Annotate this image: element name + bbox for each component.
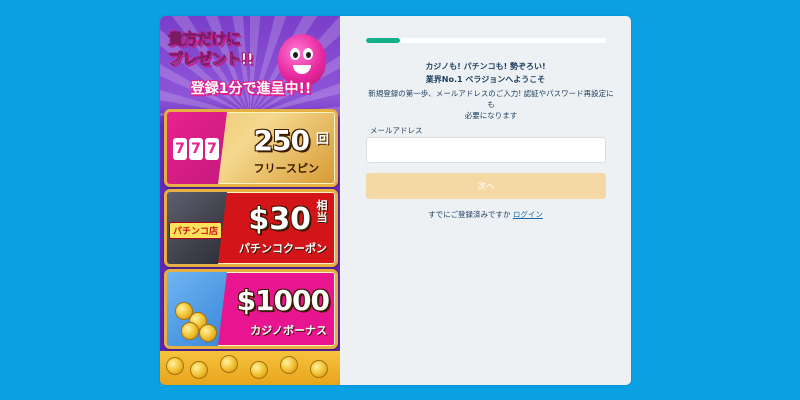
email-field[interactable] <box>366 137 606 163</box>
info-line-2: 必要になります <box>464 111 518 120</box>
banner-headline-1: 貴方だけに <box>168 30 242 49</box>
coin-icon <box>199 324 217 342</box>
signup-modal: 貴方だけに プレゼント!! 登録1分で進呈中!! 7 7 7 250 回 フリー… <box>160 16 631 385</box>
mascot-left-eye <box>290 48 300 60</box>
next-button[interactable]: 次へ <box>366 173 606 199</box>
welcome-line-2: 業界No.1 ベラジョンへようこそ <box>425 75 546 84</box>
banner-headline-3: 登録1分で進呈中!! <box>190 81 312 97</box>
offer-label: カジノボーナス <box>250 324 327 337</box>
offer-label: フリースピン <box>253 162 319 175</box>
offer-amount: 250 <box>253 124 310 157</box>
welcome-line-1: カジノも! パチンコも! 勢ぞろい! <box>425 62 546 71</box>
offer-label: パチンコクーポン <box>239 242 327 255</box>
gold-coins-icon <box>167 272 227 346</box>
slot-reels: 7 7 7 <box>173 138 219 160</box>
info-line-1: 新規登録の第一歩、メールアドレスのご入力! 認証やパスワード再設定にも <box>368 89 614 109</box>
offer-pachinko-coupon: パチンコ店 $30 相当 パチンコクーポン <box>164 189 338 267</box>
login-link[interactable]: ログイン <box>513 210 543 219</box>
signup-progress-bar <box>366 38 606 43</box>
coin-icon <box>220 355 238 373</box>
pachinko-tag: パチンコ店 <box>169 222 223 239</box>
promo-banner: 貴方だけに プレゼント!! 登録1分で進呈中!! 7 7 7 250 回 フリー… <box>160 16 340 385</box>
offer-casino-bonus: $1000 カジノボーナス <box>164 269 338 349</box>
coin-icon <box>250 361 268 379</box>
slot-reel: 7 <box>205 138 219 160</box>
coin-icon <box>310 360 328 378</box>
slot-machine-icon: 7 7 7 <box>167 112 227 184</box>
slot-reel: 7 <box>173 138 187 160</box>
coin-icon <box>181 322 199 340</box>
mascot-mouth <box>293 65 311 74</box>
login-prompt: すでにご登録済みですか <box>428 210 511 219</box>
offer-unit: 回 <box>315 132 329 147</box>
email-info-text: 新規登録の第一歩、メールアドレスのご入力! 認証やパスワード再設定にも 必要にな… <box>366 88 616 121</box>
coins-pile <box>160 351 340 385</box>
slot-reel: 7 <box>189 138 203 160</box>
coin-icon <box>280 356 298 374</box>
pachinko-machine-icon: パチンコ店 <box>167 192 227 264</box>
signup-form: カジノも! パチンコも! 勢ぞろい! 業界No.1 ベラジョンへようこそ 新規登… <box>340 16 631 385</box>
offer-unit: 相当 <box>316 199 328 224</box>
offer-free-spins: 7 7 7 250 回 フリースピン <box>164 109 338 187</box>
login-prompt-row: すでにご登録済みですか ログイン <box>340 209 631 220</box>
offer-amount: $1000 <box>236 284 330 317</box>
email-label: メールアドレス <box>370 126 423 135</box>
welcome-message: カジノも! パチンコも! 勢ぞろい! 業界No.1 ベラジョンへようこそ <box>340 60 631 86</box>
coin-icon <box>190 361 208 379</box>
banner-headline-2: プレゼント!! <box>168 50 254 69</box>
mascot-right-eye <box>303 48 313 60</box>
offer-amount: $30 <box>248 202 311 237</box>
coin-icon <box>166 357 184 375</box>
progress-fill <box>366 38 400 43</box>
